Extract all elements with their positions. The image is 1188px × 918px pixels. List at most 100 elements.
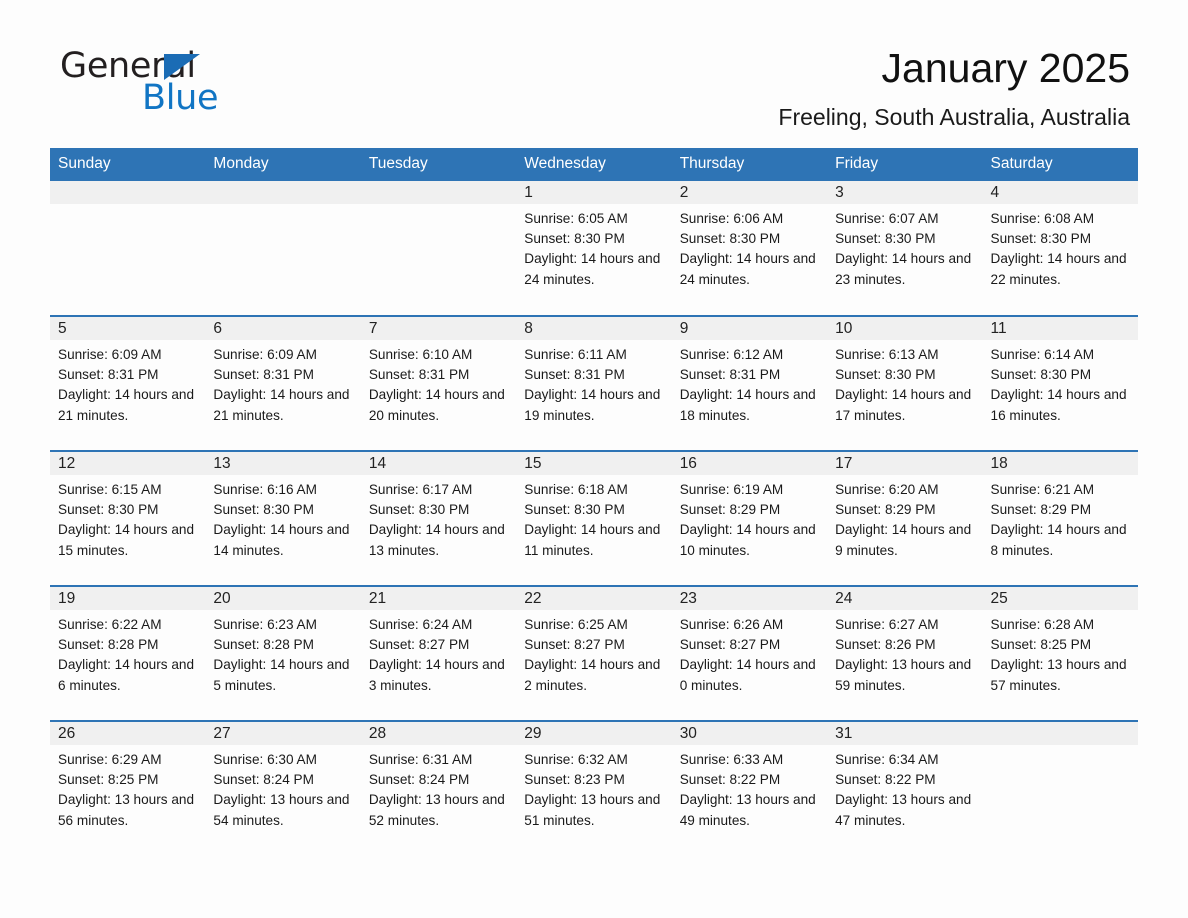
sunrise-text: Sunrise: 6:33 AM (679, 752, 784, 767)
daylight-text: Daylight: 13 hours and 52 minutes. (368, 792, 505, 828)
generalblue-logo[interactable]: General Blue (60, 48, 320, 120)
calendar-day-cell: 12 Sunrise: 6:15 AM Sunset: 8:30 PM Dayligh… (50, 450, 206, 586)
sunrise-text: Sunrise: 6:11 AM (524, 347, 627, 362)
day-details: Sunrise: 6:06 AM Sunset: 8:30 PM Daylight:… (672, 204, 827, 290)
weekday-header-sunday: Sunday (50, 148, 206, 181)
sunset-text: Sunset: 8:24 PM (213, 772, 314, 788)
sunrise-text: Sunrise: 6:07 AM (835, 211, 939, 226)
sunset-text: Sunset: 8:30 PM (58, 502, 159, 518)
sunrise-text: Sunrise: 6:23 AM (213, 617, 317, 632)
day-details: Sunrise: 6:27 AM Sunset: 8:26 PM Daylight:… (827, 610, 982, 696)
calendar-day-cell-empty (50, 181, 206, 316)
day-details: Sunrise: 6:08 AM Sunset: 8:30 PM Daylight:… (983, 204, 1138, 290)
calendar-week-row: 26 Sunrise: 6:29 AM Sunset: 8:25 PM Dayligh… (50, 720, 1138, 856)
daylight-text: Daylight: 14 hours and 10 minutes. (679, 522, 816, 558)
day-details: Sunrise: 6:09 AM Sunset: 8:31 PM Daylight:… (205, 340, 360, 426)
daylight-text: Daylight: 14 hours and 21 minutes. (213, 387, 350, 423)
sunset-text: Sunset: 8:24 PM (368, 772, 470, 788)
day-number (360, 181, 517, 204)
daylight-text: Daylight: 14 hours and 9 minutes. (835, 522, 972, 558)
calendar-day-cell: 10 Sunrise: 6:13 AM Sunset: 8:30 PM Dayligh… (827, 315, 983, 451)
day-number: 20 (205, 587, 361, 610)
day-number: 30 (671, 722, 828, 745)
sunset-text: Sunset: 8:25 PM (990, 637, 1092, 653)
day-details: Sunrise: 6:05 AM Sunset: 8:30 PM Daylight:… (516, 204, 671, 290)
sunset-text: Sunset: 8:31 PM (679, 367, 781, 383)
sunrise-text: Sunrise: 6:09 AM (213, 347, 317, 362)
day-number: 11 (982, 317, 1138, 340)
sunrise-text: Sunrise: 6:10 AM (368, 347, 473, 362)
sunset-text: Sunset: 8:22 PM (835, 772, 936, 788)
sunset-text: Sunset: 8:23 PM (524, 772, 625, 788)
sunrise-text: Sunrise: 6:16 AM (213, 482, 317, 497)
day-details: Sunrise: 6:18 AM Sunset: 8:30 PM Daylight:… (516, 475, 671, 561)
calendar-day-cell: 3 Sunrise: 6:07 AM Sunset: 8:30 PM Daylight… (827, 181, 983, 316)
calendar-day-cell: 23 Sunrise: 6:26 AM Sunset: 8:27 PM Dayligh… (671, 585, 828, 721)
weekday-header-monday: Monday (205, 148, 361, 181)
daylight-text: Daylight: 14 hours and 14 minutes. (213, 522, 350, 558)
daylight-text: Daylight: 13 hours and 49 minutes. (679, 792, 816, 828)
sunrise-text: Sunrise: 6:24 AM (368, 617, 473, 632)
sunrise-text: Sunrise: 6:12 AM (679, 347, 784, 362)
day-details: Sunrise: 6:19 AM Sunset: 8:29 PM Daylight:… (672, 475, 827, 561)
sunset-text: Sunset: 8:30 PM (524, 231, 625, 247)
sunrise-text: Sunrise: 6:15 AM (58, 482, 162, 497)
day-details: Sunrise: 6:16 AM Sunset: 8:30 PM Daylight:… (205, 475, 360, 561)
day-number: 27 (205, 722, 361, 745)
day-number: 2 (671, 181, 828, 204)
daylight-text: Daylight: 14 hours and 3 minutes. (368, 657, 505, 693)
day-number: 15 (516, 452, 672, 475)
calendar-body: 1 Sunrise: 6:05 AM Sunset: 8:30 PM Daylight… (50, 181, 1138, 856)
sunrise-text: Sunrise: 6:20 AM (835, 482, 939, 497)
sunset-text: Sunset: 8:30 PM (835, 367, 936, 383)
calendar-day-cell: 1 Sunrise: 6:05 AM Sunset: 8:30 PM Daylight… (516, 181, 672, 316)
day-number: 13 (205, 452, 361, 475)
calendar-day-cell: 13 Sunrise: 6:16 AM Sunset: 8:30 PM Dayligh… (205, 450, 361, 586)
daylight-text: Daylight: 14 hours and 24 minutes. (524, 251, 661, 287)
day-number: 3 (827, 181, 983, 204)
sunset-text: Sunset: 8:27 PM (679, 637, 781, 653)
daylight-text: Daylight: 14 hours and 5 minutes. (213, 657, 350, 693)
title-block: January 2025 Freeling, South Australia, … (778, 44, 1130, 132)
sunset-text: Sunset: 8:31 PM (58, 367, 159, 383)
sunrise-text: Sunrise: 6:05 AM (524, 211, 628, 226)
sunset-text: Sunset: 8:27 PM (524, 637, 625, 653)
day-details: Sunrise: 6:31 AM Sunset: 8:24 PM Daylight:… (361, 745, 516, 831)
daylight-text: Daylight: 13 hours and 47 minutes. (835, 792, 972, 828)
daylight-text: Daylight: 14 hours and 18 minutes. (679, 387, 816, 423)
day-details: Sunrise: 6:14 AM Sunset: 8:30 PM Daylight:… (983, 340, 1138, 426)
weekday-header-friday: Friday (827, 148, 983, 181)
day-details: Sunrise: 6:23 AM Sunset: 8:28 PM Daylight:… (205, 610, 360, 696)
sunset-text: Sunset: 8:30 PM (835, 231, 936, 247)
daylight-text: Daylight: 14 hours and 19 minutes. (524, 387, 661, 423)
sunset-text: Sunset: 8:29 PM (679, 502, 781, 518)
day-number: 16 (671, 452, 828, 475)
sunrise-text: Sunrise: 6:25 AM (524, 617, 628, 632)
sunset-text: Sunset: 8:30 PM (213, 502, 314, 518)
sunrise-text: Sunrise: 6:34 AM (835, 752, 939, 767)
day-number: 14 (360, 452, 517, 475)
day-details: Sunrise: 6:22 AM Sunset: 8:28 PM Daylight:… (50, 610, 205, 696)
daylight-text: Daylight: 14 hours and 6 minutes. (58, 657, 195, 693)
sunset-text: Sunset: 8:27 PM (368, 637, 470, 653)
day-number: 24 (827, 587, 983, 610)
calendar-day-cell: 14 Sunrise: 6:17 AM Sunset: 8:30 PM Dayligh… (360, 450, 517, 586)
sunset-text: Sunset: 8:30 PM (679, 231, 781, 247)
sunrise-text: Sunrise: 6:18 AM (524, 482, 628, 497)
logo-text-blue: Blue (142, 78, 219, 118)
sunset-text: Sunset: 8:30 PM (368, 502, 470, 518)
calendar-day-cell: 15 Sunrise: 6:18 AM Sunset: 8:30 PM Dayligh… (516, 450, 672, 586)
day-details: Sunrise: 6:32 AM Sunset: 8:23 PM Daylight:… (516, 745, 671, 831)
day-number: 31 (827, 722, 983, 745)
daylight-text: Daylight: 13 hours and 57 minutes. (990, 657, 1127, 693)
daylight-text: Daylight: 14 hours and 22 minutes. (990, 251, 1127, 287)
daylight-text: Daylight: 13 hours and 54 minutes. (213, 792, 350, 828)
sunrise-text: Sunrise: 6:27 AM (835, 617, 939, 632)
day-number: 28 (360, 722, 517, 745)
sunrise-text: Sunrise: 6:28 AM (990, 617, 1095, 632)
day-number: 18 (982, 452, 1138, 475)
sunrise-text: Sunrise: 6:32 AM (524, 752, 628, 767)
daylight-text: Daylight: 14 hours and 24 minutes. (679, 251, 816, 287)
daylight-text: Daylight: 14 hours and 23 minutes. (835, 251, 972, 287)
day-number: 8 (516, 317, 672, 340)
